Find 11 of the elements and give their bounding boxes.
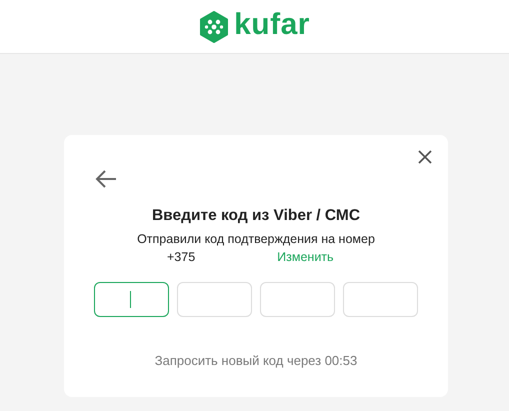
change-link[interactable]: Изменить [277, 249, 334, 265]
resend-timer-text: Запросить новый код через 00:53 [154, 353, 358, 368]
code-field[interactable] [94, 282, 169, 317]
logo-icon [199, 10, 230, 42]
text-cursor [130, 291, 132, 308]
close-icon[interactable] [417, 149, 433, 165]
back-arrow-icon[interactable] [94, 169, 118, 189]
subtitle-text: Отправили код подтверждения на номер [137, 231, 375, 247]
phone-number: +375 [167, 249, 196, 265]
logo-text[interactable]: kufar [234, 10, 310, 40]
dialog-title: Введите код из Viber / СМС [152, 206, 360, 226]
